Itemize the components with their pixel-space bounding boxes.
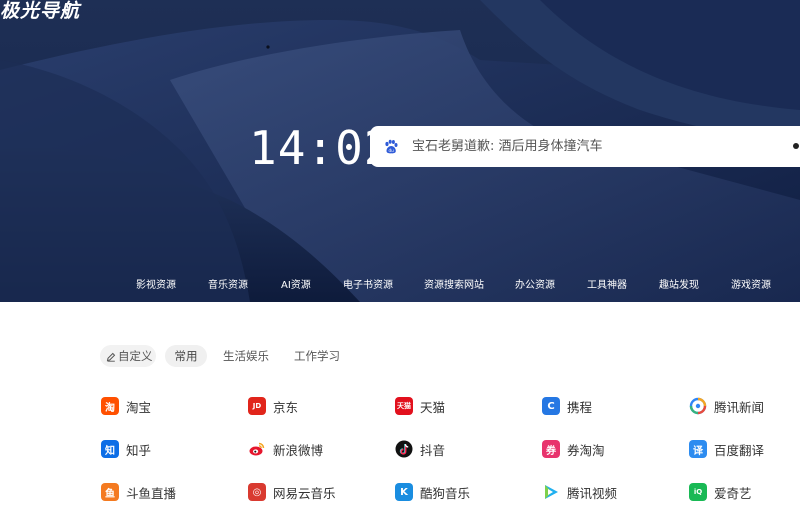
category-office[interactable]: 办公资源: [515, 276, 555, 296]
douyu-icon: 鱼: [101, 483, 119, 501]
zhihu-icon: 知: [101, 440, 119, 458]
tmall-icon: 天猫: [395, 397, 413, 415]
tab-custom[interactable]: 自定义: [100, 345, 156, 367]
weibo-icon: [248, 440, 266, 458]
link-label: 百度翻译: [714, 442, 765, 458]
link-tencent-news[interactable]: 腾讯新闻: [689, 395, 764, 417]
link-baidu-translate[interactable]: 译百度翻译: [689, 438, 764, 460]
link-label: 京东: [273, 399, 299, 415]
kugou-icon: K: [395, 483, 413, 501]
link-zhihu[interactable]: 知知乎: [101, 438, 151, 460]
category-tools[interactable]: 工具神器: [587, 276, 627, 296]
link-label: 网易云音乐: [273, 485, 336, 501]
search-input[interactable]: [412, 127, 800, 166]
category-music[interactable]: 音乐资源: [208, 276, 248, 296]
link-label: 腾讯视频: [567, 485, 618, 501]
link-ctrip[interactable]: C 携程: [542, 395, 592, 417]
link-label: 券淘淘: [567, 442, 605, 458]
tab-life-entertainment[interactable]: 生活娱乐: [223, 345, 269, 367]
category-fun-sites[interactable]: 趣站发现: [659, 276, 699, 296]
link-douyu[interactable]: 鱼斗鱼直播: [101, 481, 176, 503]
link-tmall[interactable]: 天猫 天猫: [395, 395, 445, 417]
link-iqiyi[interactable]: iQ 爱奇艺: [689, 481, 752, 503]
link-jd[interactable]: JD 京东: [248, 395, 298, 417]
iqiyi-icon: iQ: [689, 483, 707, 501]
quantaotao-icon: 券: [542, 440, 560, 458]
category-resource-search[interactable]: 资源搜索网站: [424, 276, 484, 296]
link-kugou[interactable]: K 酷狗音乐: [395, 481, 470, 503]
link-label: 携程: [567, 399, 593, 415]
link-netease-music[interactable]: ◎ 网易云音乐: [248, 481, 336, 503]
tab-custom-label: 自定义: [118, 349, 153, 363]
ctrip-icon: C: [542, 397, 560, 415]
link-label: 腾讯新闻: [714, 399, 765, 415]
netease-music-icon: ◎: [248, 483, 266, 501]
category-video[interactable]: 影视资源: [136, 276, 176, 296]
hero-banner: 极光导航 14:02 du 影视资源 音乐资源 AI资源 电子书资源 资源搜索网…: [0, 0, 800, 302]
search-bar: du: [370, 126, 800, 167]
link-label: 抖音: [420, 442, 446, 458]
link-label: 斗鱼直播: [126, 485, 177, 501]
link-label: 知乎: [126, 442, 152, 458]
douyin-icon: [395, 440, 413, 458]
tab-common[interactable]: 常用: [165, 345, 207, 367]
search-engine-selector[interactable]: du: [370, 126, 412, 167]
category-ebook[interactable]: 电子书资源: [343, 276, 393, 296]
link-label: 爱奇艺: [714, 485, 752, 501]
category-ai[interactable]: AI资源: [281, 276, 311, 296]
baidu-translate-icon: 译: [689, 440, 707, 458]
link-weibo[interactable]: 新浪微博: [248, 438, 323, 460]
tencent-video-icon: [542, 483, 560, 501]
tencent-news-icon: [689, 397, 707, 415]
category-nav: 影视资源 音乐资源 AI资源 电子书资源 资源搜索网站 办公资源 工具神器 趣站…: [0, 276, 800, 296]
link-label: 酷狗音乐: [420, 485, 471, 501]
link-quantaotao[interactable]: 券券淘淘: [542, 438, 605, 460]
baidu-paw-icon: du: [385, 139, 398, 153]
pencil-icon: [106, 352, 116, 362]
link-label: 淘宝: [126, 399, 152, 415]
link-label: 新浪微博: [273, 442, 324, 458]
link-label: 天猫: [420, 399, 446, 415]
category-games[interactable]: 游戏资源: [731, 276, 771, 296]
site-logo[interactable]: 极光导航: [0, 0, 80, 26]
tab-work-study[interactable]: 工作学习: [294, 345, 340, 367]
link-tencent-video[interactable]: 腾讯视频: [542, 481, 617, 503]
search-submit-icon[interactable]: [793, 143, 799, 149]
svg-text:du: du: [388, 148, 394, 153]
jd-icon: JD: [248, 397, 266, 415]
link-taobao[interactable]: 淘淘宝: [101, 395, 151, 417]
taobao-icon: 淘: [101, 397, 119, 415]
link-douyin[interactable]: 抖音: [395, 438, 445, 460]
